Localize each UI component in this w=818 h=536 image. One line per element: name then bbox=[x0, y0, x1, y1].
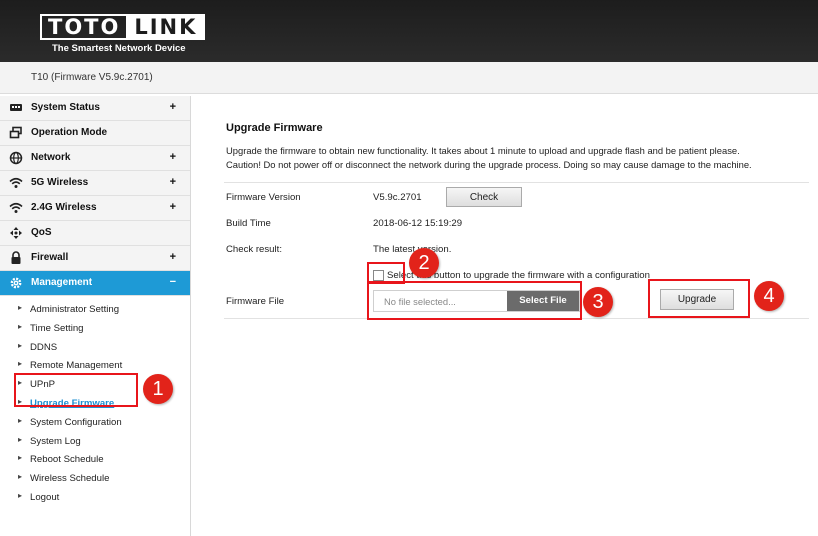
sidebar-item-5g-wireless[interactable]: 5G Wireless + bbox=[0, 171, 190, 196]
subitem-label: Remote Management bbox=[30, 360, 123, 372]
sidebar-item-label: 2.4G Wireless bbox=[31, 202, 97, 213]
bullet-icon: ▸ bbox=[18, 340, 23, 350]
bullet-icon: ▸ bbox=[18, 453, 23, 463]
wifi-icon bbox=[9, 202, 23, 213]
sidebar-item-label: Operation Mode bbox=[31, 127, 108, 138]
tagline: The Smartest Network Device bbox=[52, 43, 186, 54]
expand-icon: + bbox=[169, 201, 176, 213]
page-title: Upgrade Firmware bbox=[226, 122, 323, 134]
subitem-label: Reboot Schedule bbox=[30, 454, 104, 466]
sidebar-item-management[interactable]: Management − bbox=[0, 271, 190, 296]
subitem-wireless-schedule[interactable]: ▸ Wireless Schedule bbox=[0, 469, 190, 488]
expand-icon: + bbox=[169, 101, 176, 113]
subitem-label: DDNS bbox=[30, 341, 58, 353]
sidebar-item-firewall[interactable]: Firewall + bbox=[0, 246, 190, 271]
annotation-box-3 bbox=[367, 281, 582, 320]
model-label: T10 (Firmware V5.9c.2701) bbox=[31, 72, 153, 83]
subitem-time-setting[interactable]: ▸ Time Setting bbox=[0, 319, 190, 338]
expand-icon: + bbox=[169, 151, 176, 163]
bullet-icon: ▸ bbox=[18, 359, 23, 369]
annotation-box-1 bbox=[14, 373, 138, 407]
subitem-label: Logout bbox=[30, 491, 60, 503]
bullet-icon: ▸ bbox=[18, 434, 23, 444]
firmware-version-value: V5.9c.2701 bbox=[373, 192, 422, 203]
expand-icon: + bbox=[169, 176, 176, 188]
sidebar-item-label: QoS bbox=[31, 227, 52, 238]
subitem-label: System Log bbox=[30, 435, 81, 447]
description-line-1: Upgrade the firmware to obtain new funct… bbox=[226, 145, 740, 156]
sidebar-item-system-status[interactable]: System Status + bbox=[0, 96, 190, 121]
collapse-icon: − bbox=[169, 276, 176, 288]
lock-icon bbox=[11, 251, 21, 264]
logo-link: LINK bbox=[126, 14, 206, 40]
sidebar-item-label: System Status bbox=[31, 102, 100, 113]
header-bar: TOTO LINK The Smartest Network Device bbox=[0, 0, 818, 62]
firmware-version-label: Firmware Version bbox=[226, 192, 301, 203]
windows-icon bbox=[9, 126, 22, 139]
logo-toto: TOTO bbox=[40, 14, 127, 40]
wifi-icon bbox=[9, 177, 23, 188]
sidebar-item-label: Network bbox=[31, 152, 71, 163]
firmware-file-label: Firmware File bbox=[226, 296, 285, 307]
subitem-label: System Configuration bbox=[30, 416, 122, 428]
sidebar-item-operation-mode[interactable]: Operation Mode bbox=[0, 121, 190, 146]
subitem-system-log[interactable]: ▸ System Log bbox=[0, 432, 190, 451]
subitem-label: Administrator Setting bbox=[30, 304, 120, 315]
sidebar-item-label: Management bbox=[31, 277, 93, 288]
annotation-badge-1: 1 bbox=[143, 374, 173, 404]
bullet-icon: ▸ bbox=[18, 303, 23, 312]
sidebar-item-qos[interactable]: QoS bbox=[0, 221, 190, 246]
subitem-label: Wireless Schedule bbox=[30, 473, 110, 485]
bullet-icon: ▸ bbox=[18, 490, 23, 500]
bullet-icon: ▸ bbox=[18, 321, 23, 331]
annotation-box-4 bbox=[648, 279, 750, 318]
sidebar-item-2-4g-wireless[interactable]: 2.4G Wireless + bbox=[0, 196, 190, 221]
sidebar-item-network[interactable]: Network + bbox=[0, 146, 190, 171]
build-time-value: 2018-06-12 15:19:29 bbox=[373, 218, 463, 229]
subitem-logout[interactable]: ▸ Logout bbox=[0, 488, 190, 507]
subitem-ddns[interactable]: ▸ DDNS bbox=[0, 338, 190, 357]
subitem-administrator-setting[interactable]: ▸ Administrator Setting bbox=[0, 300, 190, 319]
page-description: Upgrade the firmware to obtain new funct… bbox=[226, 144, 806, 172]
subitem-reboot-schedule[interactable]: ▸ Reboot Schedule bbox=[0, 450, 190, 469]
model-bar: T10 (Firmware V5.9c.2701) bbox=[0, 62, 818, 94]
annotation-badge-4: 4 bbox=[754, 281, 784, 311]
description-line-2: Caution! Do not power off or disconnect … bbox=[226, 159, 752, 170]
annotation-badge-2: 2 bbox=[409, 248, 439, 278]
check-result-label: Check result: bbox=[226, 244, 282, 255]
bullet-icon: ▸ bbox=[18, 415, 23, 425]
bullet-icon: ▸ bbox=[18, 472, 23, 482]
expand-icon: + bbox=[169, 251, 176, 263]
qos-arrows-icon bbox=[10, 227, 22, 239]
sidebar: System Status + Operation Mode Network +… bbox=[0, 96, 191, 536]
check-button[interactable]: Check bbox=[446, 187, 522, 207]
divider bbox=[224, 182, 809, 183]
sidebar-item-label: Firewall bbox=[31, 252, 69, 263]
sidebar-item-label: 5G Wireless bbox=[31, 177, 89, 188]
gear-icon bbox=[10, 277, 22, 289]
globe-icon bbox=[9, 151, 23, 165]
build-time-label: Build Time bbox=[226, 218, 271, 229]
subitem-label: Time Setting bbox=[30, 322, 84, 334]
subitem-system-configuration[interactable]: ▸ System Configuration bbox=[0, 413, 190, 432]
monitor-icon bbox=[10, 104, 22, 111]
totolink-logo: TOTO LINK The Smartest Network Device bbox=[40, 14, 206, 54]
annotation-badge-3: 3 bbox=[583, 287, 613, 317]
